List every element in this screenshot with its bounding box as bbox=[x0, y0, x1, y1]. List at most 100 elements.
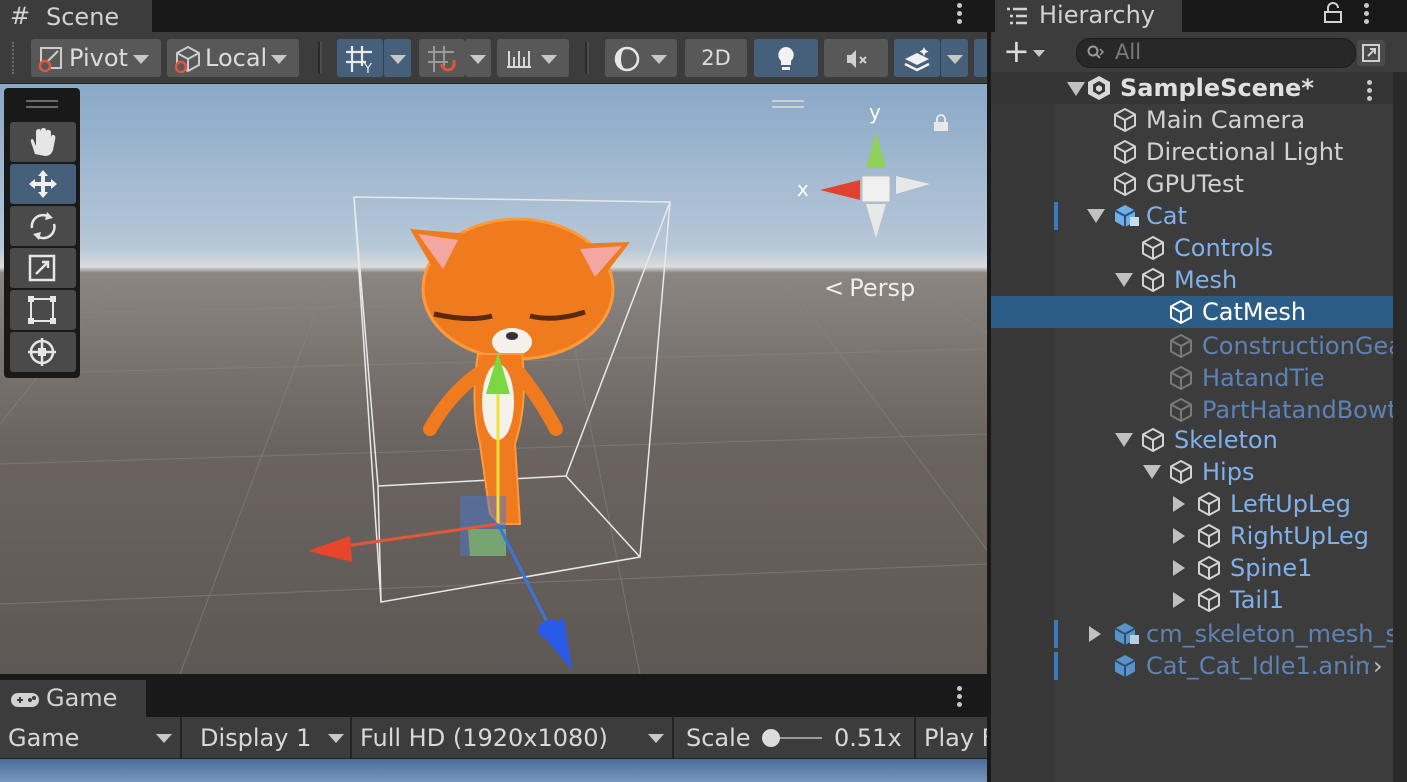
hierarchy-item[interactable]: Main Camera bbox=[991, 104, 1393, 136]
hierarchy-item[interactable]: Spine1 bbox=[991, 552, 1393, 584]
lighting-toggle[interactable] bbox=[754, 39, 818, 77]
hierarchy-item-selected[interactable]: CatMesh bbox=[991, 296, 1393, 328]
audio-toggle[interactable] bbox=[824, 39, 888, 77]
tab-game[interactable]: Game bbox=[0, 680, 146, 718]
scale-value: 0.51x bbox=[834, 724, 902, 752]
hierarchy-search-input[interactable]: All bbox=[1076, 38, 1356, 68]
game-view[interactable] bbox=[0, 759, 987, 782]
persp-toggle[interactable]: < Persp bbox=[824, 274, 915, 302]
hierarchy-item[interactable]: PartHatandBowti bbox=[991, 394, 1393, 426]
hierarchy-item[interactable]: Hips bbox=[991, 456, 1393, 488]
hierarchy-item[interactable]: Tail1 bbox=[991, 584, 1393, 616]
chevron-down-icon bbox=[156, 734, 172, 743]
hierarchy-item[interactable]: cm_skeleton_mesh_sk bbox=[991, 618, 1393, 650]
item-label: Skeleton bbox=[1174, 426, 1278, 454]
scale-tool-button[interactable] bbox=[10, 248, 76, 288]
effects-toggle[interactable] bbox=[894, 39, 940, 77]
display-label: Display 1 bbox=[200, 724, 312, 752]
grid-snap-icon: Y bbox=[346, 46, 372, 74]
toolbar-grip[interactable] bbox=[12, 42, 17, 74]
move-tool-button[interactable] bbox=[10, 164, 76, 204]
grid-snapping-dropdown[interactable] bbox=[383, 39, 411, 77]
expand-arrow-icon[interactable] bbox=[1143, 465, 1161, 479]
expand-arrow-icon[interactable] bbox=[1115, 273, 1133, 287]
hierarchy-item[interactable]: Mesh bbox=[991, 264, 1393, 296]
hierarchy-item[interactable]: LeftUpLeg bbox=[991, 488, 1393, 520]
hierarchy-item[interactable]: Cat_Cat_Idle1.animl › bbox=[991, 650, 1393, 682]
rect-tool-button[interactable] bbox=[10, 290, 76, 330]
hierarchy-item[interactable]: HatandTie bbox=[991, 362, 1393, 394]
local-dropdown[interactable]: Local bbox=[167, 39, 299, 77]
scene-3d-render bbox=[0, 100, 987, 674]
hierarchy-item[interactable]: ConstructionGea bbox=[991, 330, 1393, 362]
lock-icon[interactable] bbox=[1323, 2, 1343, 28]
scene-options-icon[interactable] bbox=[1367, 80, 1373, 104]
pivot-dropdown[interactable]: Pivot bbox=[31, 39, 161, 77]
gizmo-x-label: x bbox=[797, 177, 809, 201]
resolution-dropdown[interactable]: Full HD (1920x1080) bbox=[352, 717, 674, 759]
2d-mode-button[interactable]: 2D bbox=[685, 39, 747, 77]
game-menu-icon[interactable] bbox=[957, 686, 963, 710]
expand-arrow-icon[interactable] bbox=[1087, 209, 1105, 223]
increment-snap-dropdown[interactable] bbox=[465, 39, 491, 77]
resolution-label: Full HD (1920x1080) bbox=[360, 724, 608, 752]
open-prefab-chevron-icon[interactable]: › bbox=[1369, 650, 1383, 682]
item-label: RightUpLeg bbox=[1230, 522, 1369, 550]
item-label: GPUTest bbox=[1146, 170, 1244, 198]
hierarchy-scrollbar[interactable] bbox=[1393, 72, 1407, 782]
hierarchy-item[interactable]: Directional Light bbox=[991, 136, 1393, 168]
game-toolbar: Game Display 1 Full HD (1920x1080) Scale… bbox=[0, 717, 987, 759]
toolbar-separator bbox=[585, 42, 589, 74]
scale-slider-thumb[interactable] bbox=[762, 729, 780, 747]
rotate-icon bbox=[30, 212, 56, 240]
game-tab-bar bbox=[0, 677, 987, 717]
item-label: Cat bbox=[1146, 202, 1187, 230]
prefab-cube-icon bbox=[1114, 205, 1139, 227]
transform-tool-button[interactable] bbox=[10, 332, 76, 372]
gameobject-cube-icon bbox=[1170, 459, 1192, 485]
ruler-dropdown[interactable] bbox=[497, 39, 569, 77]
rect-transform-icon bbox=[28, 296, 56, 324]
scale-icon bbox=[28, 254, 56, 282]
tab-hierarchy[interactable]: Hierarchy bbox=[995, 0, 1182, 32]
effects-dropdown[interactable] bbox=[940, 39, 968, 77]
collapsed-arrow-icon[interactable] bbox=[1173, 560, 1185, 576]
draw-mode-dropdown[interactable] bbox=[605, 39, 677, 77]
hierarchy-item[interactable]: Controls bbox=[991, 232, 1393, 264]
hierarchy-item[interactable]: Skeleton bbox=[991, 424, 1393, 456]
scene-visibility-toggle[interactable] bbox=[974, 39, 987, 77]
create-dropdown[interactable]: + bbox=[1003, 32, 1049, 70]
play-focused-dropdown[interactable]: Play F bbox=[916, 717, 987, 759]
collapsed-arrow-icon[interactable] bbox=[1173, 496, 1185, 512]
hierarchy-menu-icon[interactable] bbox=[1364, 3, 1370, 27]
expand-arrow-icon[interactable] bbox=[1067, 82, 1085, 96]
hand-tool-button[interactable] bbox=[10, 122, 76, 162]
increment-snap-button[interactable] bbox=[419, 39, 465, 77]
tools-overlay bbox=[4, 88, 80, 378]
collapsed-arrow-icon[interactable] bbox=[1173, 528, 1185, 544]
hierarchy-item[interactable]: RightUpLeg bbox=[991, 520, 1393, 552]
expand-arrow-icon[interactable] bbox=[1115, 433, 1133, 447]
chevron-left-icon: < bbox=[824, 274, 845, 302]
hierarchy-item[interactable]: Cat bbox=[991, 200, 1393, 232]
grid-snapping-button[interactable]: Y bbox=[337, 39, 383, 77]
expand-search-button[interactable] bbox=[1357, 40, 1385, 66]
scene-header-row[interactable]: SampleScene* bbox=[991, 72, 1393, 104]
lock-icon[interactable] bbox=[933, 114, 948, 131]
gamepad-icon bbox=[11, 693, 39, 707]
view-dropdown[interactable]: Game bbox=[0, 717, 182, 759]
gameobject-cube-icon bbox=[1198, 555, 1220, 581]
tab-scene[interactable]: # Scene bbox=[0, 0, 152, 32]
overlay-grip[interactable] bbox=[26, 100, 58, 102]
chevron-down-icon bbox=[648, 734, 664, 743]
prefab-cube-icon bbox=[1114, 655, 1136, 677]
scene-viewport[interactable]: x y < Persp bbox=[0, 84, 987, 674]
collapsed-arrow-icon[interactable] bbox=[1173, 592, 1185, 608]
item-label: CatMesh bbox=[1202, 298, 1307, 326]
move-arrows-icon bbox=[29, 170, 57, 198]
collapsed-arrow-icon[interactable] bbox=[1089, 626, 1101, 642]
rotate-tool-button[interactable] bbox=[10, 206, 76, 246]
hierarchy-item[interactable]: GPUTest bbox=[991, 168, 1393, 200]
display-dropdown[interactable]: Display 1 bbox=[182, 717, 352, 759]
scene-menu-icon[interactable] bbox=[957, 3, 963, 27]
